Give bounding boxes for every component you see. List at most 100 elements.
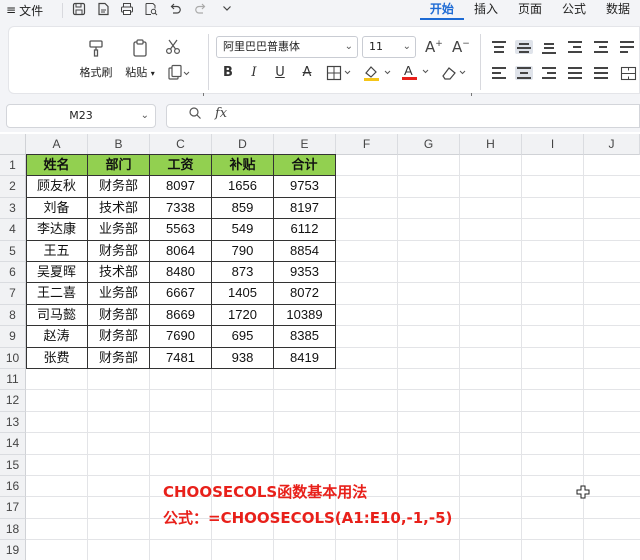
- distributed-align-icon[interactable]: [592, 66, 610, 80]
- row-header-7[interactable]: 7: [0, 283, 26, 305]
- column-header-c[interactable]: C: [150, 134, 212, 155]
- table-cell[interactable]: 张费: [26, 347, 88, 369]
- fx-icon[interactable]: fx: [215, 106, 227, 121]
- column-header-b[interactable]: B: [88, 134, 150, 155]
- save-icon[interactable]: [70, 2, 88, 18]
- table-cell[interactable]: 7481: [150, 347, 212, 369]
- zoom-icon[interactable]: [188, 106, 202, 124]
- tab-page[interactable]: 页面: [508, 0, 552, 20]
- row-header-4[interactable]: 4: [0, 219, 26, 241]
- table-cell[interactable]: 873: [212, 262, 274, 284]
- table-cell[interactable]: 顾友秋: [26, 176, 88, 198]
- align-right-icon[interactable]: [540, 66, 558, 80]
- table-header-cell[interactable]: 补贴: [212, 155, 274, 177]
- row-header-8[interactable]: 8: [0, 304, 26, 327]
- print-preview-icon[interactable]: [142, 2, 160, 18]
- table-cell[interactable]: 8419: [274, 347, 336, 369]
- undo-icon[interactable]: [166, 2, 184, 18]
- justify-icon[interactable]: [566, 66, 584, 80]
- row-header-2[interactable]: 2: [0, 176, 26, 198]
- copy-button[interactable]: [166, 64, 190, 82]
- table-cell[interactable]: 业务部: [88, 219, 150, 241]
- row-header-15[interactable]: 15: [0, 454, 26, 476]
- row-header-1[interactable]: 1: [0, 155, 26, 177]
- table-cell[interactable]: 8064: [150, 240, 212, 262]
- fill-color-button[interactable]: [362, 64, 396, 82]
- table-cell[interactable]: 王二喜: [26, 283, 88, 305]
- table-cell[interactable]: 财务部: [88, 347, 150, 369]
- table-cell[interactable]: 6112: [274, 219, 336, 241]
- font-size-select[interactable]: 11 ⌄: [362, 36, 416, 58]
- table-header-cell[interactable]: 合计: [274, 155, 336, 177]
- row-header-17[interactable]: 17: [0, 497, 26, 519]
- bold-icon[interactable]: B: [220, 63, 236, 83]
- table-cell[interactable]: 技术部: [88, 197, 150, 220]
- row-header-18[interactable]: 18: [0, 518, 26, 541]
- row-header-14[interactable]: 14: [0, 433, 26, 455]
- row-header-6[interactable]: 6: [0, 262, 26, 284]
- export-pdf-icon[interactable]: [94, 2, 112, 18]
- select-all-corner[interactable]: [0, 134, 26, 155]
- wrap-text-icon[interactable]: [618, 40, 636, 54]
- tab-home[interactable]: 开始: [419, 0, 464, 20]
- column-header-j[interactable]: J: [584, 134, 640, 155]
- table-cell[interactable]: 技术部: [88, 262, 150, 284]
- table-cell[interactable]: 吴夏晖: [26, 262, 88, 284]
- table-cell[interactable]: 7690: [150, 326, 212, 348]
- strikethrough-icon[interactable]: A: [298, 63, 316, 83]
- cut-icon[interactable]: [164, 38, 182, 56]
- table-cell[interactable]: 业务部: [88, 283, 150, 305]
- column-header-g[interactable]: G: [398, 134, 460, 155]
- table-cell[interactable]: 李达康: [26, 219, 88, 241]
- table-cell[interactable]: 10389: [274, 304, 336, 327]
- table-cell[interactable]: 刘备: [26, 197, 88, 220]
- table-cell[interactable]: 财务部: [88, 240, 150, 262]
- align-center-icon[interactable]: [515, 66, 533, 80]
- chevron-down-icon[interactable]: [218, 2, 236, 18]
- table-cell[interactable]: 695: [212, 326, 274, 348]
- expand-group-icon[interactable]: [198, 84, 204, 99]
- redo-icon[interactable]: [192, 2, 210, 18]
- decrease-font-icon[interactable]: A−: [452, 38, 470, 56]
- table-cell[interactable]: 859: [212, 197, 274, 220]
- row-header-16[interactable]: 16: [0, 476, 26, 498]
- column-header-a[interactable]: A: [26, 134, 88, 155]
- tab-data[interactable]: 数据: [596, 0, 640, 20]
- table-header-cell[interactable]: 姓名: [26, 155, 88, 177]
- font-name-select[interactable]: 阿里巴巴普惠体 ⌄: [216, 36, 358, 58]
- italic-icon[interactable]: I: [246, 63, 262, 83]
- row-header-5[interactable]: 5: [0, 240, 26, 262]
- table-header-cell[interactable]: 工资: [150, 155, 212, 177]
- column-header-f[interactable]: F: [336, 134, 398, 155]
- print-icon[interactable]: [118, 2, 136, 18]
- file-menu-button[interactable]: ≡ 文件: [6, 1, 43, 19]
- tab-formula[interactable]: 公式: [552, 0, 596, 20]
- align-bottom-icon[interactable]: [540, 40, 558, 54]
- table-cell[interactable]: 8385: [274, 326, 336, 348]
- table-cell[interactable]: 8480: [150, 262, 212, 284]
- table-cell[interactable]: 938: [212, 347, 274, 369]
- row-header-19[interactable]: 19: [0, 540, 26, 560]
- row-header-9[interactable]: 9: [0, 326, 26, 348]
- underline-icon[interactable]: U: [272, 63, 288, 83]
- font-color-button[interactable]: A: [400, 62, 434, 82]
- table-cell[interactable]: 8097: [150, 176, 212, 198]
- column-header-d[interactable]: D: [212, 134, 274, 155]
- table-cell[interactable]: 9353: [274, 262, 336, 284]
- table-cell[interactable]: 财务部: [88, 326, 150, 348]
- column-header-e[interactable]: E: [274, 134, 336, 155]
- clear-format-button[interactable]: [440, 64, 470, 82]
- table-cell[interactable]: 8072: [274, 283, 336, 305]
- table-cell[interactable]: 8669: [150, 304, 212, 327]
- table-cell[interactable]: 5563: [150, 219, 212, 241]
- table-cell[interactable]: 790: [212, 240, 274, 262]
- table-cell[interactable]: 549: [212, 219, 274, 241]
- table-cell[interactable]: 7338: [150, 197, 212, 220]
- table-cell[interactable]: 1720: [212, 304, 274, 327]
- merge-cells-icon[interactable]: [620, 66, 638, 82]
- table-cell[interactable]: 8197: [274, 197, 336, 220]
- formula-input[interactable]: [166, 104, 640, 128]
- increase-indent-icon[interactable]: [592, 40, 610, 54]
- column-header-i[interactable]: I: [522, 134, 584, 155]
- table-cell[interactable]: 9753: [274, 176, 336, 198]
